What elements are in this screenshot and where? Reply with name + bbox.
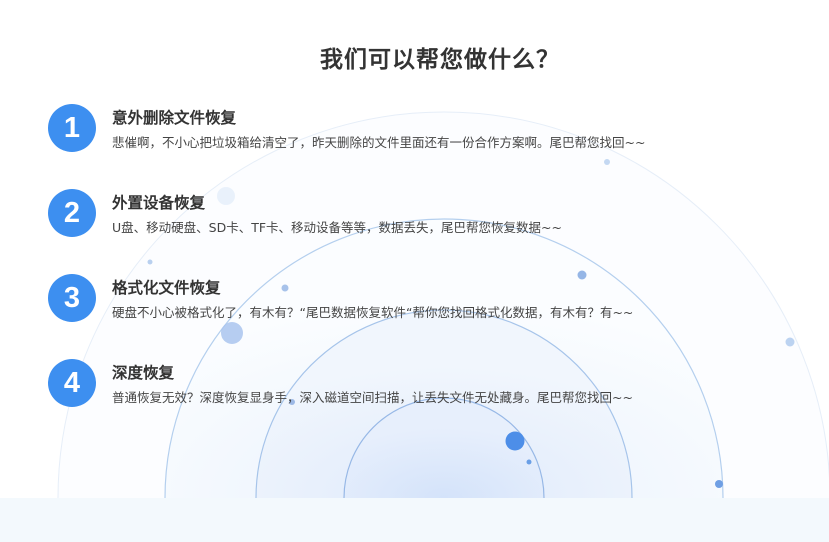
- feature-item-1: 1 意外删除文件恢复 悲催啊，不小心把垃圾箱给清空了，昨天删除的文件里面还有一份…: [48, 104, 808, 154]
- dot-decoration: [604, 159, 610, 165]
- feature-title: 外置设备恢复: [112, 194, 206, 212]
- dot-decoration: [221, 322, 243, 344]
- feature-description: 普通恢复无效？深度恢复显身手，深入磁道空间扫描，让丢失文件无处藏身。尾巴帮您找回…: [112, 390, 633, 405]
- feature-title: 意外删除文件恢复: [112, 109, 237, 127]
- dot-decoration: [526, 459, 532, 465]
- feature-item-3: 3 格式化文件恢复 硬盘不小心被格式化了，有木有？“尾巴数据恢复软件“帮你您找回…: [48, 274, 808, 324]
- feature-description: 悲催啊，不小心把垃圾箱给清空了，昨天删除的文件里面还有一份合作方案啊。尾巴帮您找…: [112, 135, 646, 150]
- dot-decoration: [505, 431, 525, 451]
- feature-item-4: 4 深度恢复 普通恢复无效？深度恢复显身手，深入磁道空间扫描，让丢失文件无处藏身…: [48, 359, 808, 409]
- number-badge-1: 1: [48, 104, 96, 152]
- dot-decoration: [715, 480, 723, 488]
- page-title: 我们可以帮您做什么？: [320, 47, 560, 73]
- number-badge-4: 4: [48, 359, 96, 407]
- number-badge-3: 3: [48, 274, 96, 322]
- footer-band: [0, 498, 829, 542]
- feature-description: U盘、移动硬盘、SD卡、TF卡、移动设备等等，数据丢失，尾巴帮您恢复数据~~: [112, 220, 562, 235]
- dot-decoration: [147, 259, 153, 265]
- dot-decoration: [785, 337, 795, 347]
- feature-description: 硬盘不小心被格式化了，有木有？“尾巴数据恢复软件“帮你您找回格式化数据，有木有？…: [112, 305, 634, 320]
- feature-title: 格式化文件恢复: [112, 279, 221, 297]
- feature-item-2: 2 外置设备恢复 U盘、移动硬盘、SD卡、TF卡、移动设备等等，数据丢失，尾巴帮…: [48, 189, 808, 239]
- number-badge-2: 2: [48, 189, 96, 237]
- feature-title: 深度恢复: [112, 364, 175, 382]
- background-arcs: [57, 111, 829, 499]
- arc-inner: [343, 397, 545, 499]
